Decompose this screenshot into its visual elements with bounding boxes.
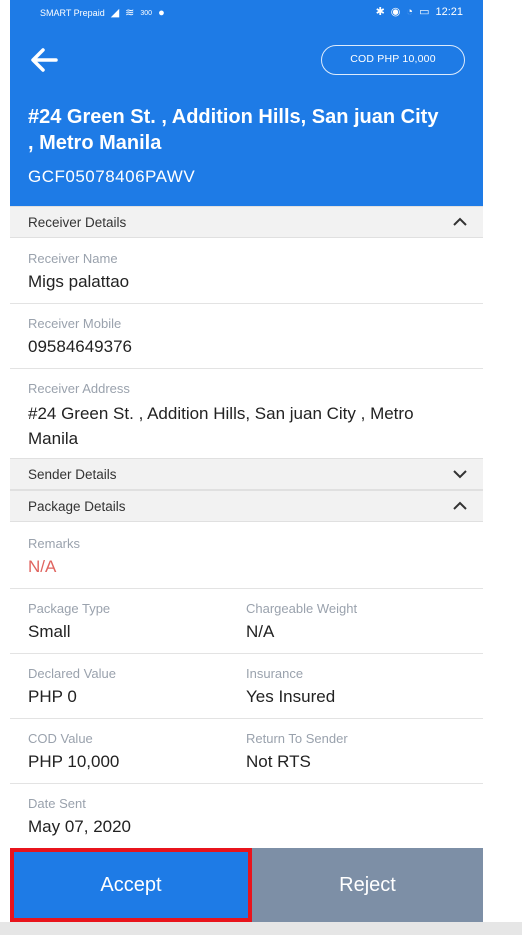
status-bar-right: ✱ ◉ ◔ ▭ 12:21	[376, 6, 463, 18]
receiver-name-label: Receiver Name	[28, 251, 118, 266]
divider	[10, 653, 483, 654]
receiver-address-value: #24 Green St. , Addition Hills, San juan…	[28, 404, 414, 448]
package-type-label: Package Type	[28, 601, 111, 616]
package-details-header[interactable]: Package Details	[10, 490, 483, 522]
page-title: #24 Green St. , Addition Hills, San juan…	[28, 106, 439, 154]
status-bar: SMART Prepaid ◢ ≋ 300 ● ✱ ◉ ◔ ▭ 12:21	[10, 0, 483, 26]
date-sent-value: May 07, 2020	[28, 817, 132, 836]
remarks-label: Remarks	[28, 536, 81, 551]
chargeable-weight-label: Chargeable Weight	[246, 601, 358, 616]
data-saver-icon: ◔	[406, 6, 414, 18]
divider	[10, 718, 483, 719]
location-icon: ◉	[390, 6, 401, 18]
date-sent-label: Date Sent	[28, 796, 86, 811]
divider	[10, 588, 483, 589]
delivery-details-screen: SMART Prepaid ◢ ≋ 300 ● ✱ ◉ ◔ ▭ 12:21 CO…	[10, 0, 483, 922]
declared-value-label: Declared Value	[28, 666, 116, 681]
clock: 12:21	[435, 6, 463, 18]
tracking-number: GCF05078406PAWV	[28, 167, 196, 186]
package-type-value: Small	[28, 622, 71, 641]
vibrate-icon: ✱	[375, 6, 385, 18]
network-speed: 300	[140, 9, 153, 17]
receiver-mobile-label: Receiver Mobile	[28, 316, 122, 331]
package-details-title: Package Details	[28, 499, 126, 514]
battery-icon: ▭	[419, 6, 430, 18]
back-arrow-icon[interactable]	[26, 44, 62, 76]
divider	[10, 368, 483, 369]
accept-button[interactable]: Accept	[10, 848, 252, 922]
return-to-sender-value: Not RTS	[246, 752, 311, 771]
cod-badge: COD PHP 10,000	[321, 45, 465, 75]
reject-button[interactable]: Reject	[252, 848, 483, 922]
sender-details-title: Sender Details	[28, 467, 117, 482]
wifi-icon: ≋	[125, 7, 135, 19]
chargeable-weight-value: N/A	[246, 622, 275, 641]
remarks-value: N/A	[28, 557, 57, 576]
chevron-down-icon	[451, 466, 469, 482]
insurance-value: Yes Insured	[246, 687, 336, 706]
signal-icon: ◢	[110, 7, 120, 19]
chevron-up-icon	[451, 214, 469, 230]
divider	[10, 783, 483, 784]
insurance-label: Insurance	[246, 666, 304, 681]
cod-value-value: PHP 10,000	[28, 752, 120, 771]
right-margin	[483, 0, 522, 935]
receiver-details-header[interactable]: Receiver Details	[10, 206, 483, 238]
chevron-up-icon	[451, 498, 469, 514]
return-to-sender-label: Return To Sender	[246, 731, 348, 746]
carrier-name: SMART Prepaid	[40, 8, 105, 18]
header: SMART Prepaid ◢ ≋ 300 ● ✱ ◉ ◔ ▭ 12:21 CO…	[10, 0, 483, 206]
declared-value-value: PHP 0	[28, 687, 77, 706]
status-bar-left: SMART Prepaid ◢ ≋ 300 ●	[40, 7, 165, 19]
app-notification-icon: ●	[158, 7, 165, 19]
receiver-name-value: Migs palattao	[28, 272, 130, 291]
bottom-margin	[0, 922, 522, 935]
sender-details-header[interactable]: Sender Details	[10, 458, 483, 490]
cod-value-label: COD Value	[28, 731, 93, 746]
divider	[10, 303, 483, 304]
receiver-mobile-value: 09584649376	[28, 337, 133, 356]
receiver-address-label: Receiver Address	[28, 381, 130, 396]
receiver-details-title: Receiver Details	[28, 215, 127, 230]
